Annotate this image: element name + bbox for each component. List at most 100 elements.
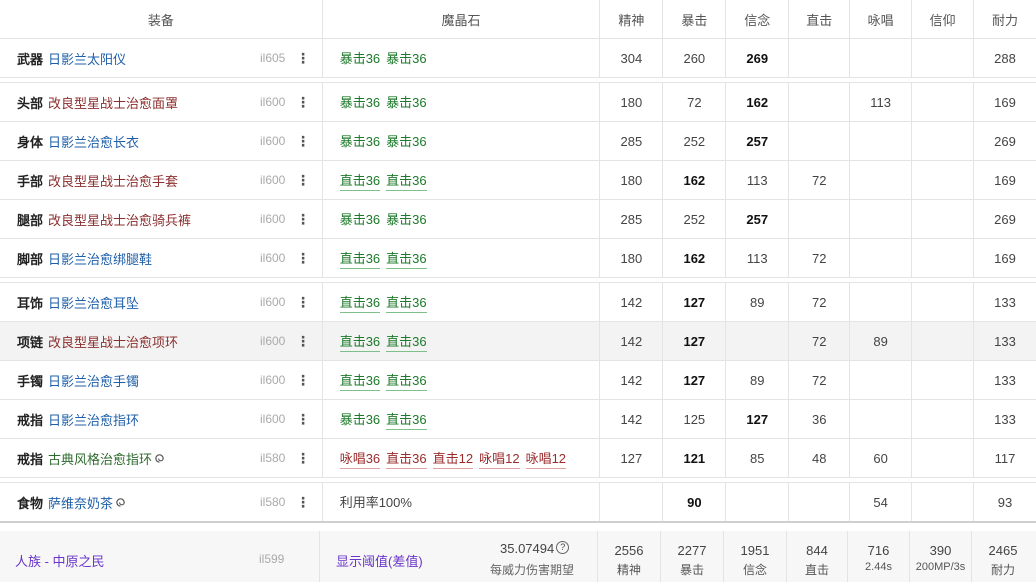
materia-slot[interactable]: 直击36 [339, 170, 381, 191]
materia-slot[interactable]: 暴击36 [386, 92, 426, 112]
materia-slot[interactable]: 直击36 [386, 448, 427, 469]
materia-slot[interactable]: 直击12 [432, 448, 474, 469]
gear-row[interactable]: 手镯 日影兰治愈手镯 il600 ⋮ 直击36 直击36 142 127 89 72 133 [0, 361, 1036, 400]
materia-slot[interactable]: 暴击36 [340, 48, 380, 68]
materia-slot[interactable]: 暴击36 [340, 409, 380, 429]
materia-cell: 直击36 直击36 [323, 239, 601, 277]
gear-row[interactable]: 手部 改良型星战士治愈手套 il600 ⋮ 直击36 直击36 180 162 113 72 169 [0, 161, 1036, 200]
materia-slot[interactable]: 直击36 [386, 370, 427, 391]
gear-row[interactable]: 脚部 日影兰治愈绑腿鞋 il600 ⋮ 直击36 直击36 180 162 113 72 169 [0, 239, 1036, 278]
materia-cell: 直击36 直击36 [323, 161, 601, 199]
stat-sps [850, 200, 913, 238]
stat-sps [850, 361, 913, 399]
gear-name[interactable]: 改良型星战士治愈手套 [48, 171, 178, 190]
race-selector[interactable]: 人族 - 中原之民 [15, 551, 105, 570]
header-pie[interactable]: 信仰 [912, 0, 975, 38]
more-options-icon[interactable]: ⋮ [296, 172, 310, 189]
header-sps[interactable]: 咏唱 [850, 0, 913, 38]
more-options-icon[interactable]: ⋮ [296, 411, 310, 428]
total-value: 1951 [740, 543, 770, 558]
gear-cell: 手镯 日影兰治愈手镯 il600 ⋮ [0, 361, 323, 399]
materia-slot[interactable]: 直击36 [339, 292, 381, 313]
item-level: il600 [260, 134, 286, 148]
more-options-icon[interactable]: ⋮ [296, 50, 310, 67]
materia-slot[interactable]: 咏唱12 [479, 448, 520, 469]
slot-label: 食物 [17, 495, 44, 511]
more-options-icon[interactable]: ⋮ [296, 333, 310, 350]
gear-row[interactable]: 项链 改良型星战士治愈项环 il600 ⋮ 直击36 直击36 142 127 72 89 133 [0, 322, 1036, 361]
stat-mind: 142 [600, 361, 664, 399]
stat-det: 113 [726, 239, 790, 277]
stat-det: 257 [726, 200, 790, 238]
header-crit[interactable]: 暴击 [663, 0, 727, 38]
materia-slot[interactable]: 暴击36 [386, 209, 426, 229]
materia-slot[interactable]: 直击36 [386, 331, 427, 352]
materia-slot[interactable]: 直击36 [386, 170, 427, 191]
gear-name[interactable]: 萨维奈奶茶 [48, 493, 113, 512]
materia-slot[interactable]: 直击36 [339, 331, 381, 352]
materia-slot[interactable]: 直击36 [386, 248, 427, 269]
header-vit[interactable]: 耐力 [974, 0, 1036, 38]
header-mind[interactable]: 精神 [600, 0, 664, 38]
stat-pie [912, 161, 975, 199]
more-options-icon[interactable]: ⋮ [296, 450, 310, 467]
materia-slot[interactable]: 直击36 [386, 409, 427, 430]
gear-name[interactable]: 日影兰治愈手镯 [48, 371, 139, 390]
race-section: 人族 - 中原之民 il599 [0, 531, 320, 582]
gear-row[interactable]: 腿部 改良型星战士治愈骑兵裤 il600 ⋮ 暴击36 暴击36 285 252 257 269 [0, 200, 1036, 239]
stat-crit: 127 [663, 361, 727, 399]
gear-name[interactable]: 改良型星战士治愈项环 [48, 332, 178, 351]
stat-pie [912, 39, 975, 77]
materia-slot[interactable]: 暴击36 [386, 48, 426, 68]
more-options-icon[interactable]: ⋮ [296, 94, 310, 111]
stat-mind: 180 [600, 83, 664, 121]
stat-det: 257 [726, 122, 790, 160]
materia-slot[interactable]: 暴击36 [340, 92, 380, 112]
total-value: 2277 [677, 543, 707, 558]
gear-name[interactable]: 古典风格治愈指环 [48, 449, 152, 468]
gear-name[interactable]: 改良型星战士治愈面罩 [48, 93, 178, 112]
show-threshold-toggle[interactable]: 显示阈值(差值) [336, 551, 423, 570]
gearset-table: 装备 魔晶石 精神 暴击 信念 直击 咏唱 信仰 耐力 武器 日影兰太阳仪 il60… [0, 0, 1036, 523]
gear-name[interactable]: 日影兰治愈绑腿鞋 [48, 249, 152, 268]
header-dh[interactable]: 直击 [789, 0, 851, 38]
materia-slot[interactable]: 咏唱36 [339, 448, 381, 469]
gear-name[interactable]: 日影兰治愈指环 [48, 410, 139, 429]
materia-slot[interactable]: 直击36 [339, 248, 381, 269]
materia-slot[interactable]: 直击36 [386, 292, 427, 313]
materia-slot[interactable]: 咏唱12 [525, 448, 567, 469]
stat-vit: 133 [994, 372, 1016, 388]
gear-row[interactable]: 戒指 古典风格治愈指环 il580 ⋮ 咏唱36 直击36 直击12 咏唱12 咏唱12 127 1… [0, 439, 1036, 478]
header-det[interactable]: 信念 [726, 0, 790, 38]
total-value: 844 [806, 543, 828, 558]
stat-det: 89 [726, 283, 790, 321]
food-row[interactable]: 食物 萨维奈奶茶 il580 ⋮ 利用率100% 90 54 93 [0, 483, 1036, 523]
stat-pie [912, 400, 975, 438]
more-options-icon[interactable]: ⋮ [296, 133, 310, 150]
more-options-icon[interactable]: ⋮ [296, 372, 310, 389]
more-options-icon[interactable]: ⋮ [296, 211, 310, 228]
materia-slot[interactable]: 直击36 [339, 370, 381, 391]
stat-pie [912, 483, 975, 521]
gear-name[interactable]: 改良型星战士治愈骑兵裤 [48, 210, 191, 229]
gear-row[interactable]: 武器 日影兰太阳仪 il605 ⋮ 暴击36 暴击36 304 260 269 288 [0, 39, 1036, 78]
materia-cell: 咏唱36 直击36 直击12 咏唱12 咏唱12 [323, 439, 601, 477]
gear-row[interactable]: 耳饰 日影兰治愈耳坠 il600 ⋮ 直击36 直击36 142 127 89 72 133 [0, 283, 1036, 322]
gear-name[interactable]: 日影兰太阳仪 [48, 49, 126, 68]
more-options-icon[interactable]: ⋮ [296, 294, 310, 311]
materia-slot[interactable]: 暴击36 [386, 131, 426, 151]
more-options-icon[interactable]: ⋮ [296, 250, 310, 267]
gear-row[interactable]: 身体 日影兰治愈长衣 il600 ⋮ 暴击36 暴击36 285 252 257 269 [0, 122, 1036, 161]
materia-slot[interactable]: 暴击36 [340, 131, 380, 151]
gear-row[interactable]: 头部 改良型星战士治愈面罩 il600 ⋮ 暴击36 暴击36 180 72 162 113 169 [0, 83, 1036, 122]
help-icon[interactable]: ? [556, 541, 570, 554]
gear-cell: 项链 改良型星战士治愈项环 il600 ⋮ [0, 322, 323, 360]
gear-name[interactable]: 日影兰治愈长衣 [48, 132, 139, 151]
more-options-icon[interactable]: ⋮ [296, 494, 310, 511]
stat-dh [789, 83, 851, 121]
stat-det: 269 [726, 39, 790, 77]
stat-crit: 162 [663, 161, 727, 199]
gear-name[interactable]: 日影兰治愈耳坠 [48, 293, 139, 312]
gear-row[interactable]: 戒指 日影兰治愈指环 il600 ⋮ 暴击36 直击36 142 125 127 36 133 [0, 400, 1036, 439]
materia-slot[interactable]: 暴击36 [340, 209, 380, 229]
